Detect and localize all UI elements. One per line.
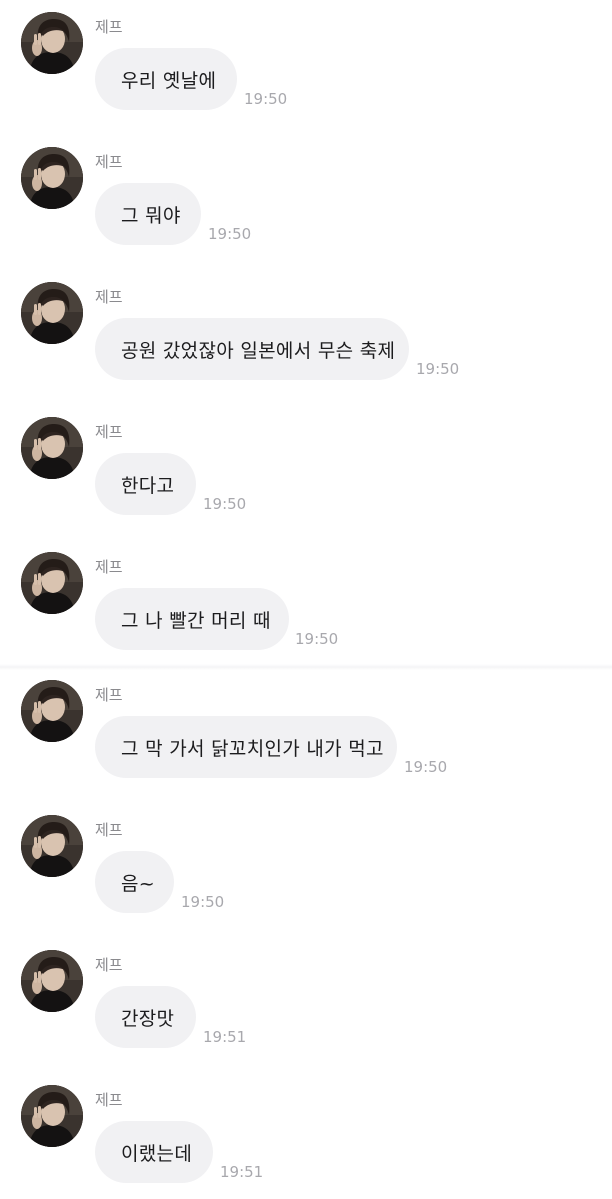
message-row: 제프 이랬는데 19:51 (0, 1073, 612, 1193)
message-time: 19:51 (220, 1163, 264, 1181)
avatar[interactable] (21, 950, 83, 1012)
message-time: 19:50 (181, 893, 225, 911)
sender-name: 제프 (95, 18, 123, 36)
message-text: 그 막 가서 닭꼬치인가 내가 먹고 (121, 737, 384, 760)
sender-name: 제프 (95, 153, 123, 171)
message-bubble[interactable]: 이랬는데 (95, 1121, 213, 1183)
message-time: 19:50 (203, 495, 247, 513)
message-row: 제프 간장맛 19:51 (0, 938, 612, 1058)
message-bubble[interactable]: 우리 옛날에 (95, 48, 237, 110)
message-row: 제프 음~ 19:50 (0, 803, 612, 923)
avatar[interactable] (21, 815, 83, 877)
message-row: 제프 우리 옛날에 19:50 (0, 0, 612, 120)
sender-name: 제프 (95, 821, 123, 839)
message-bubble[interactable]: 그 뭐야 (95, 183, 201, 245)
sender-name: 제프 (95, 288, 123, 306)
avatar[interactable] (21, 147, 83, 209)
sender-name: 제프 (95, 956, 123, 974)
avatar[interactable] (21, 12, 83, 74)
message-row: 제프 한다고 19:50 (0, 405, 612, 525)
message-row: 제프 공원 갔었잖아 일본에서 무슨 축제 19:50 (0, 270, 612, 390)
message-text: 한다고 (121, 474, 175, 497)
avatar[interactable] (21, 282, 83, 344)
message-time: 19:50 (295, 630, 339, 648)
message-bubble[interactable]: 한다고 (95, 453, 196, 515)
message-bubble[interactable]: 그 나 빨간 머리 때 (95, 588, 289, 650)
message-text: 공원 갔었잖아 일본에서 무슨 축제 (121, 339, 396, 362)
avatar[interactable] (21, 552, 83, 614)
message-row: 제프 그 막 가서 닭꼬치인가 내가 먹고 19:50 (0, 668, 612, 788)
sender-name: 제프 (95, 686, 123, 704)
message-bubble[interactable]: 음~ (95, 851, 174, 913)
message-time: 19:50 (244, 90, 288, 108)
message-text: 간장맛 (121, 1007, 175, 1030)
avatar[interactable] (21, 417, 83, 479)
message-time: 19:50 (404, 758, 448, 776)
message-row: 제프 그 뭐야 19:50 (0, 135, 612, 255)
sender-name: 제프 (95, 1091, 123, 1109)
message-time: 19:50 (416, 360, 460, 378)
message-bubble[interactable]: 그 막 가서 닭꼬치인가 내가 먹고 (95, 716, 397, 778)
message-bubble[interactable]: 공원 갔었잖아 일본에서 무슨 축제 (95, 318, 409, 380)
message-text: 그 뭐야 (121, 204, 181, 227)
message-time: 19:51 (203, 1028, 247, 1046)
message-text: 우리 옛날에 (121, 69, 217, 92)
avatar[interactable] (21, 680, 83, 742)
message-bubble[interactable]: 간장맛 (95, 986, 196, 1048)
avatar[interactable] (21, 1085, 83, 1147)
message-text: 이랬는데 (121, 1142, 193, 1165)
sender-name: 제프 (95, 558, 123, 576)
sender-name: 제프 (95, 423, 123, 441)
message-text: 음~ (121, 872, 155, 895)
message-text: 그 나 빨간 머리 때 (121, 609, 271, 632)
message-row: 제프 그 나 빨간 머리 때 19:50 (0, 540, 612, 660)
message-time: 19:50 (208, 225, 252, 243)
